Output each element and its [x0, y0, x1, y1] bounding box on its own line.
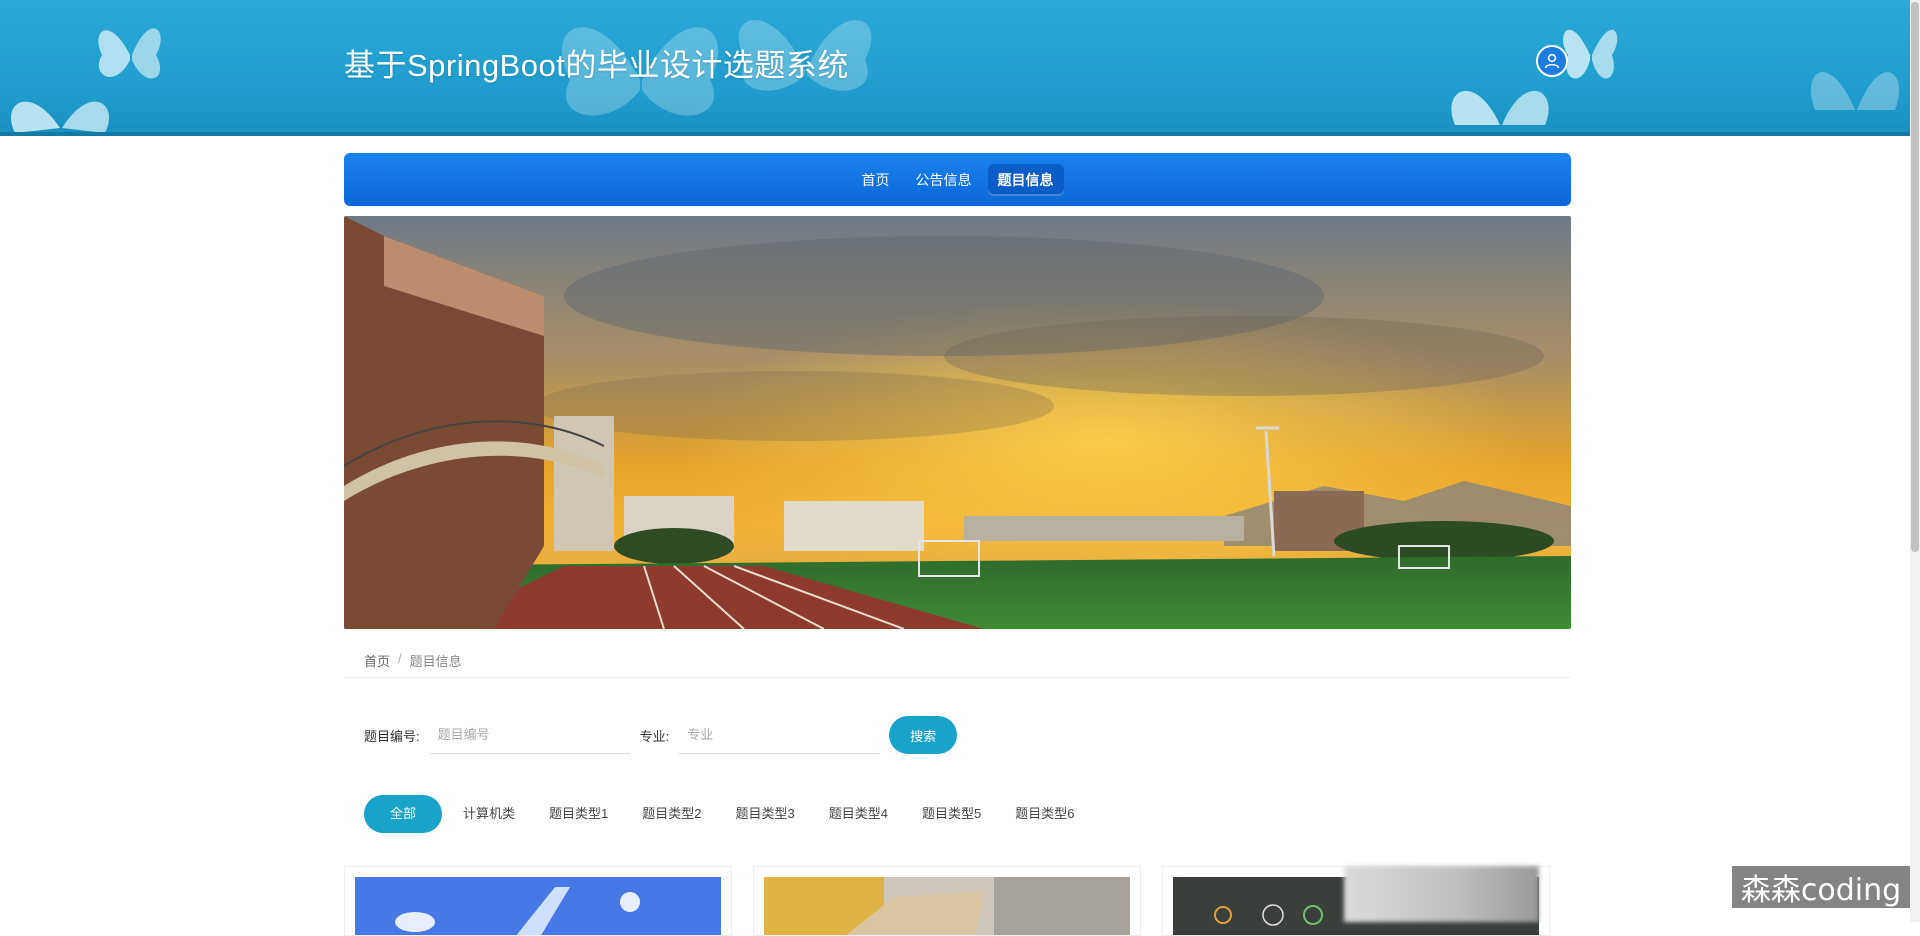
search-form: 题目编号: 专业: 搜索 [364, 716, 958, 754]
category-type-1[interactable]: 题目类型1 [532, 795, 625, 833]
blurred-overlay [1344, 866, 1539, 922]
category-all[interactable]: 全部 [364, 795, 443, 833]
butterfly-decoration-icon [98, 28, 161, 79]
watermark: 森森coding [1732, 866, 1910, 908]
user-avatar-button[interactable] [1536, 45, 1568, 77]
category-type-6[interactable]: 题目类型6 [998, 795, 1091, 833]
category-type-3[interactable]: 题目类型3 [719, 795, 812, 833]
topic-card[interactable] [753, 866, 1141, 936]
breadcrumb: 首页 / 题目信息 [364, 651, 462, 670]
nav-item-announcements[interactable]: 公告信息 [906, 164, 982, 196]
category-type-5[interactable]: 题目类型5 [905, 795, 998, 833]
butterfly-decoration-icon [1451, 90, 1549, 125]
topic-no-input[interactable] [429, 716, 630, 754]
butterfly-decoration-icon [1563, 29, 1618, 79]
major-label: 专业: [639, 728, 670, 744]
banner-image [344, 216, 1571, 629]
topic-card-image [355, 877, 721, 935]
nav-item-home[interactable]: 首页 [852, 164, 900, 196]
breadcrumb-home-link[interactable]: 首页 [364, 651, 390, 670]
breadcrumb-current: 题目信息 [409, 654, 462, 669]
site-header: 基于SpringBoot的毕业设计选题系统 [0, 0, 1910, 136]
category-type-4[interactable]: 题目类型4 [812, 795, 905, 833]
site-title: 基于SpringBoot的毕业设计选题系统 [344, 48, 849, 83]
nav-item-topics[interactable]: 题目信息 [987, 163, 1064, 196]
header-bottom-border [0, 132, 1910, 136]
topic-card-image [764, 877, 1130, 935]
topic-card[interactable] [344, 866, 732, 936]
category-filter: 全部 计算机类 题目类型1 题目类型2 题目类型3 题目类型4 题目类型5 题目… [364, 795, 1091, 833]
user-icon [1544, 53, 1560, 69]
topic-no-label: 题目编号: [364, 728, 420, 744]
category-computer[interactable]: 计算机类 [446, 795, 532, 833]
banner-photo [344, 216, 1571, 629]
search-button[interactable]: 搜索 [889, 716, 958, 754]
breadcrumb-divider [344, 677, 1571, 678]
main-nav: 首页 公告信息 题目信息 [344, 153, 1571, 206]
scrollbar-thumb[interactable] [1911, 2, 1919, 552]
category-type-2[interactable]: 题目类型2 [625, 795, 718, 833]
page-scrollbar[interactable] [1910, 0, 1920, 922]
breadcrumb-separator: / [398, 651, 402, 666]
major-input[interactable] [679, 716, 880, 754]
butterfly-decoration-icon [11, 101, 110, 133]
butterfly-decoration-icon [1810, 72, 1900, 110]
